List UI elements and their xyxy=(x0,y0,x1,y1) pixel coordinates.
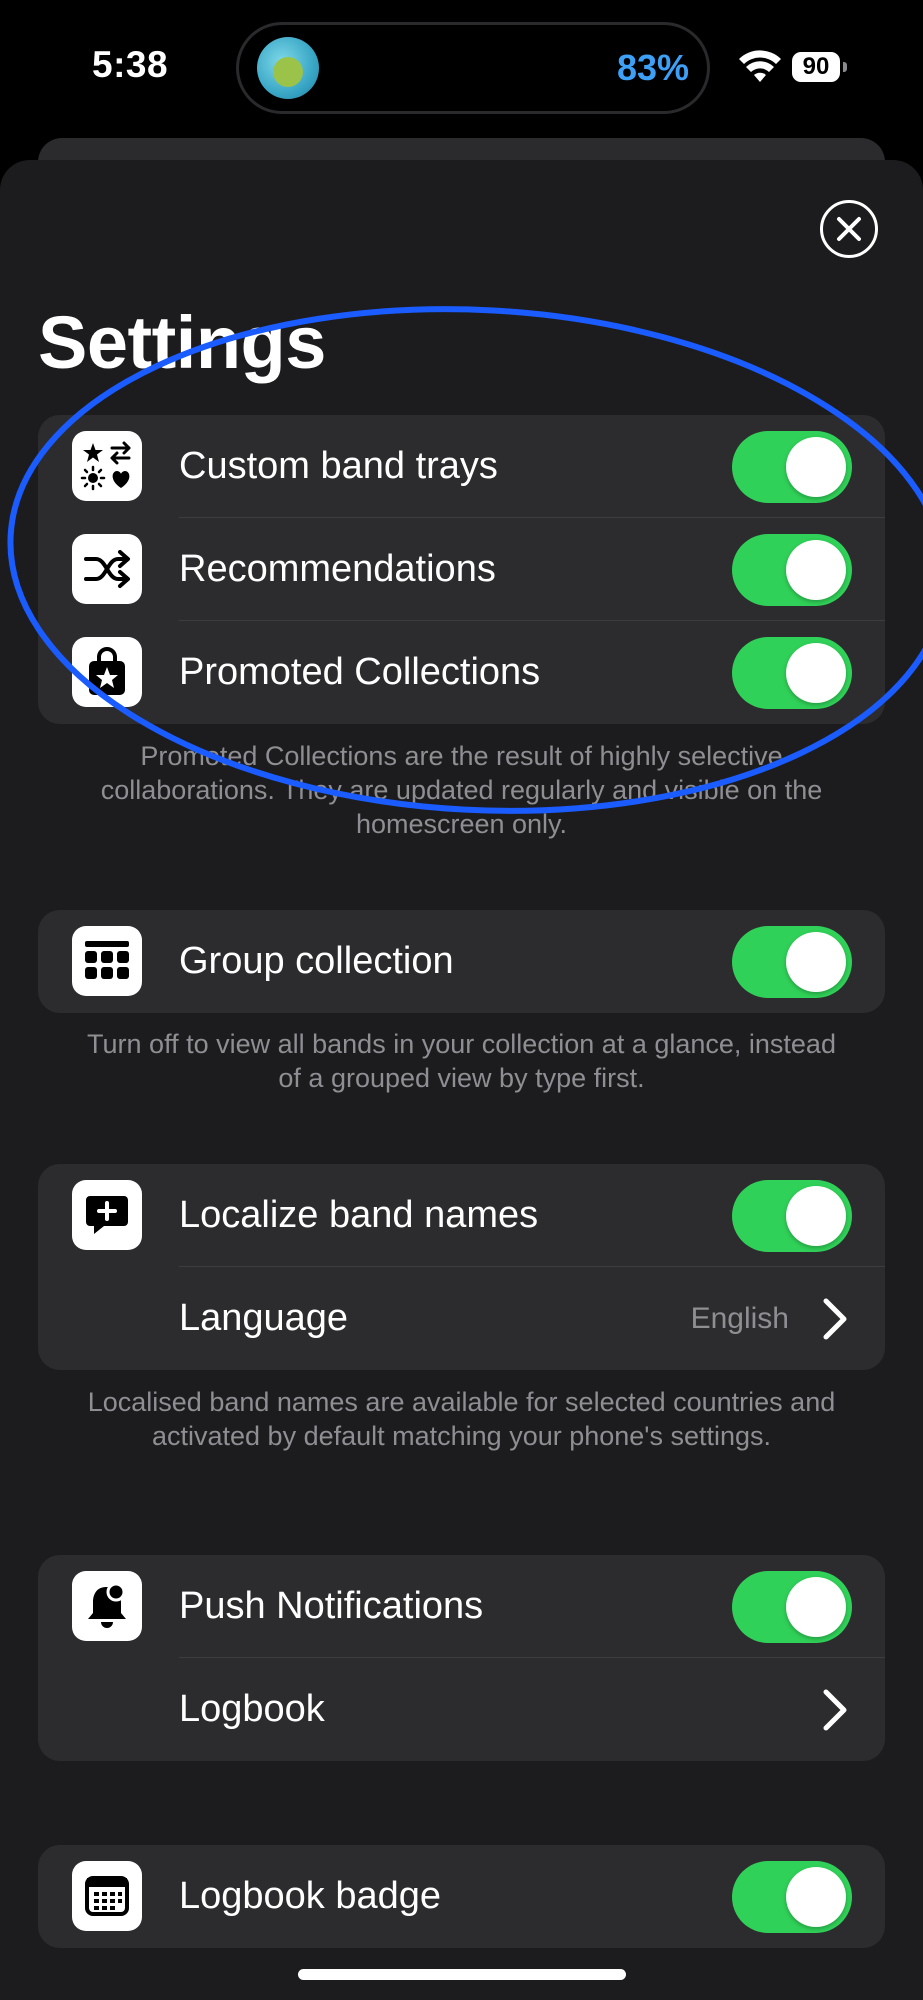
star-shuffle-icon xyxy=(72,431,142,501)
group-footnote: Promoted Collections are the result of h… xyxy=(100,741,823,839)
settings-group-collection: Group collection xyxy=(38,910,885,1013)
group-collection-toggle[interactable] xyxy=(732,926,852,998)
wifi-icon xyxy=(739,50,781,82)
setting-row-promoted-collections[interactable]: Promoted Collections xyxy=(38,621,885,724)
setting-label: Language xyxy=(179,1297,349,1339)
star-bag-icon xyxy=(72,637,142,707)
promoted-collections-toggle[interactable] xyxy=(732,637,852,709)
page-title: Settings xyxy=(38,301,326,384)
setting-row-group-collection[interactable]: Group collection xyxy=(38,910,885,1013)
close-icon xyxy=(837,217,861,241)
home-indicator[interactable] xyxy=(298,1969,626,1980)
recommendations-toggle[interactable] xyxy=(732,534,852,606)
calendar-icon xyxy=(72,1861,142,1931)
app-avatar-icon xyxy=(257,37,319,99)
setting-row-recommendations[interactable]: Recommendations xyxy=(38,518,885,621)
group-footnote: Turn off to view all bands in your colle… xyxy=(87,1029,836,1093)
status-bar: 5:38 83% 90 xyxy=(0,0,923,140)
setting-label: Logbook badge xyxy=(179,1875,442,1917)
settings-group-localization: Localize band names Language English xyxy=(38,1164,885,1370)
setting-label: Logbook xyxy=(179,1688,325,1730)
chevron-right-icon xyxy=(823,1689,847,1731)
speech-bubble-plus-icon xyxy=(72,1180,142,1250)
setting-label: Localize band names xyxy=(179,1194,539,1236)
setting-row-localize-band-names[interactable]: Localize band names xyxy=(38,1164,885,1267)
setting-row-logbook-badge[interactable]: Logbook badge xyxy=(38,1845,885,1948)
language-value: English xyxy=(690,1302,789,1335)
setting-label: Push Notifications xyxy=(179,1585,484,1627)
status-time: 5:38 xyxy=(92,44,169,85)
push-notifications-toggle[interactable] xyxy=(732,1571,852,1643)
settings-group-trays: Custom band trays Recommendations Promot… xyxy=(38,415,885,724)
grid-icon xyxy=(72,926,142,996)
dynamic-island[interactable]: 83% xyxy=(236,22,710,114)
setting-row-custom-band-trays[interactable]: Custom band trays xyxy=(38,415,885,518)
battery-icon: 90 xyxy=(792,52,847,82)
shuffle-icon xyxy=(72,534,142,604)
logbook-badge-toggle[interactable] xyxy=(732,1861,852,1933)
setting-label: Custom band trays xyxy=(179,445,498,487)
setting-label: Recommendations xyxy=(179,548,496,590)
setting-row-logbook[interactable]: Logbook xyxy=(38,1658,885,1761)
settings-group-badge: Logbook badge xyxy=(38,1845,885,1948)
setting-label: Promoted Collections xyxy=(179,651,541,693)
custom-band-trays-toggle[interactable] xyxy=(732,431,852,503)
bell-icon xyxy=(72,1571,142,1641)
close-button[interactable] xyxy=(820,200,878,258)
settings-group-notifications: Push Notifications Logbook xyxy=(38,1555,885,1761)
chevron-right-icon xyxy=(823,1298,847,1340)
setting-label: Group collection xyxy=(179,940,454,982)
localize-band-names-toggle[interactable] xyxy=(732,1180,852,1252)
group-footnote: Localised band names are available for s… xyxy=(87,1387,836,1451)
setting-row-language[interactable]: Language English xyxy=(38,1267,885,1370)
activity-percent: 83% xyxy=(616,47,689,88)
setting-row-push-notifications[interactable]: Push Notifications xyxy=(38,1555,885,1658)
